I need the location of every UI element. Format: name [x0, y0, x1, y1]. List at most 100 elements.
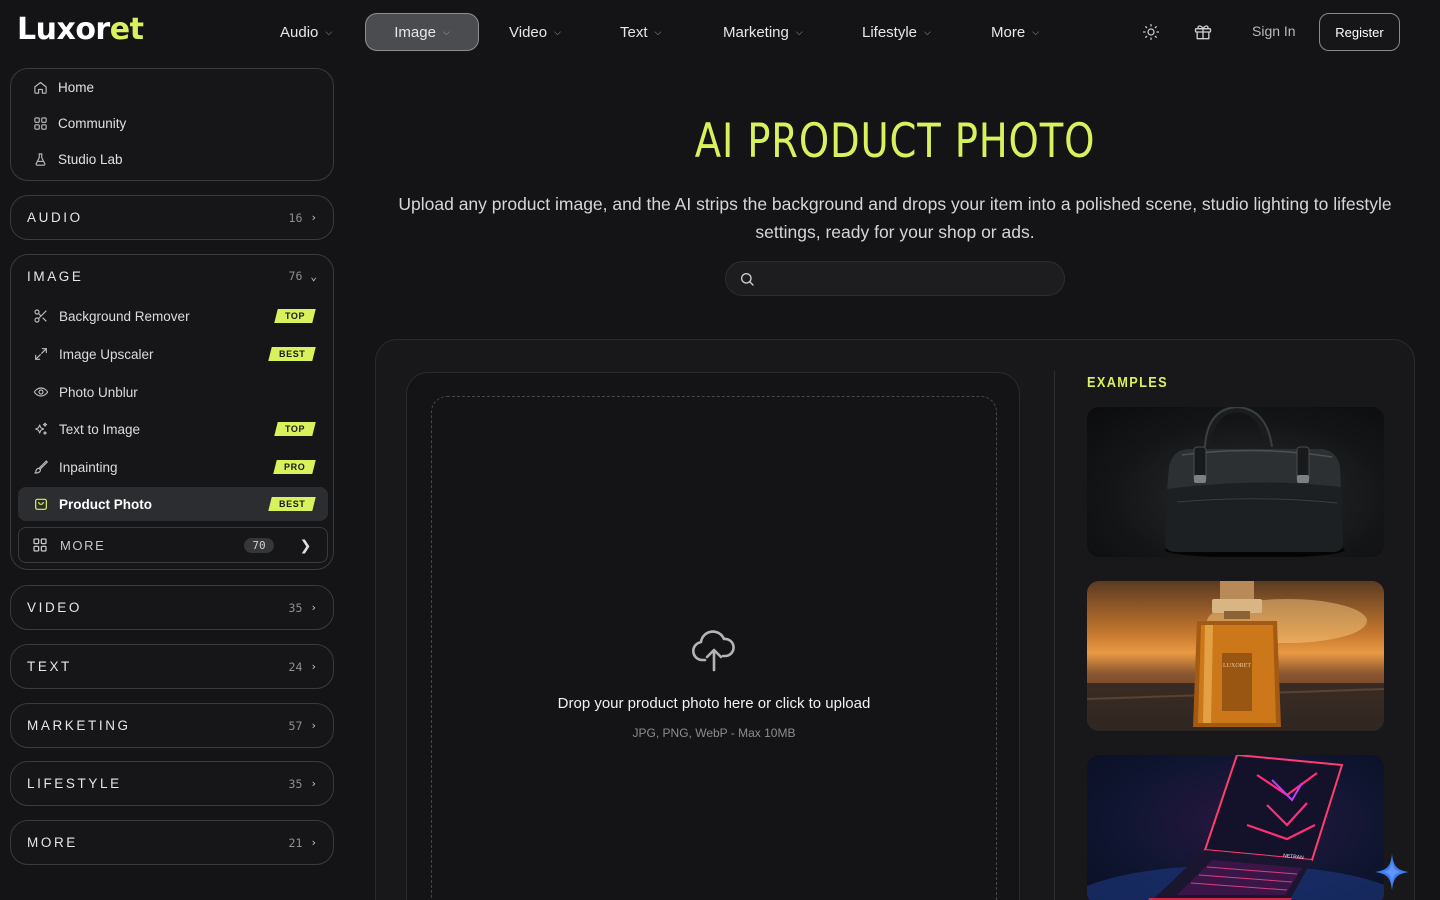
sidebar-item-home[interactable]: Home — [33, 80, 94, 95]
tool-label: Image Upscaler — [59, 346, 154, 362]
chevron-right-icon: › — [310, 660, 317, 673]
tool-label: Text to Image — [59, 421, 141, 437]
chevron-right-icon: › — [310, 601, 317, 614]
category-count: 21 — [288, 835, 303, 850]
tool-label: Background Remover — [59, 308, 190, 324]
nav-image[interactable]: Image ⌵ — [365, 13, 479, 51]
badge-top: TOP — [274, 309, 316, 323]
nav-marketing[interactable]: Marketing ⌵ — [723, 13, 803, 51]
category-audio[interactable]: AUDIO 16 › — [10, 195, 334, 240]
badge-text: TOP — [284, 311, 305, 321]
category-count: 76 — [288, 269, 303, 283]
search-icon — [741, 273, 754, 286]
badge-top: TOP — [274, 422, 316, 436]
chevron-right-icon: ❯ — [299, 536, 313, 553]
category-marketing[interactable]: MARKETING 57 › — [10, 703, 334, 748]
category-title: MARKETING — [27, 718, 131, 733]
tool-label: Inpainting — [59, 459, 118, 475]
category-image-header[interactable]: IMAGE 76 ⌄ — [27, 255, 317, 297]
category-title: LIFESTYLE — [27, 776, 122, 791]
grid-icon — [34, 117, 47, 130]
brand-name-accent: et — [109, 12, 144, 47]
scissors-icon — [34, 309, 47, 323]
badge-best: BEST — [267, 497, 316, 511]
category-more[interactable]: MORE 21 › — [10, 820, 334, 865]
category-count: 35 — [288, 776, 303, 791]
badge-best: BEST — [267, 347, 316, 361]
upload-prompt: Drop your product photo here or click to… — [557, 695, 871, 712]
category-count: 57 — [288, 718, 303, 733]
brand-logo[interactable]: Luxoret — [17, 12, 144, 47]
category-lifestyle[interactable]: LIFESTYLE 35 › — [10, 761, 334, 806]
tool-product-photo[interactable]: Product Photo BEST — [18, 487, 328, 521]
nav-more[interactable]: More ⌵ — [991, 13, 1039, 51]
ai-sparkle-icon[interactable] — [1374, 853, 1410, 891]
example-handbag-image[interactable] — [1087, 407, 1384, 557]
nav-lifestyle[interactable]: Lifestyle ⌵ — [862, 13, 931, 51]
sparkles-icon — [35, 422, 48, 435]
tool-background-remover[interactable]: Background Remover TOP — [18, 299, 328, 333]
chevron-right-icon: › — [310, 836, 317, 849]
examples-title: EXAMPLES — [1087, 374, 1169, 391]
page-subtitle: Upload any product image, and the AI str… — [398, 194, 1392, 242]
category-title: AUDIO — [27, 210, 83, 225]
sidebar-item-studio-lab[interactable]: Studio Lab — [33, 152, 123, 167]
tool-text-to-image[interactable]: Text to Image TOP — [18, 412, 328, 446]
sidebar-item-community[interactable]: Community — [33, 116, 126, 131]
theme-toggle-sun-icon[interactable] — [1139, 20, 1163, 44]
sidebar-primary-panel: Home Community Studio Lab — [10, 68, 334, 181]
top-navigation: Luxoret Audio ⌵ Image ⌵ Video ⌵ Text ⌵ Marke… — [0, 0, 1440, 64]
nav-video[interactable]: Video ⌵ — [509, 13, 561, 51]
search-bar[interactable] — [725, 261, 1065, 296]
upload-hint: JPG, PNG, WebP - Max 10MB — [632, 726, 796, 740]
more-tools-label: MORE — [60, 537, 106, 553]
more-image-tools-button[interactable]: MORE 70 ❯ — [18, 527, 328, 563]
chevron-right-icon: › — [310, 777, 317, 790]
category-title: VIDEO — [27, 600, 83, 615]
badge-text: TOP — [284, 424, 305, 434]
category-count: 35 — [288, 600, 303, 615]
nav-image-label: Image — [394, 23, 436, 41]
example-laptop-image[interactable]: NETRAN — [1087, 755, 1384, 900]
badge-text: BEST — [278, 349, 305, 359]
category-count: 16 — [288, 210, 303, 225]
cloud-upload-icon — [692, 630, 735, 672]
chevron-down-icon: ⌵ — [325, 26, 333, 37]
tool-image-upscaler[interactable]: Image Upscaler BEST — [18, 337, 328, 371]
home-icon — [34, 81, 47, 94]
category-title: MORE — [27, 835, 78, 850]
brush-icon — [34, 460, 48, 474]
tool-photo-unblur[interactable]: Photo Unblur — [18, 375, 328, 409]
chevron-down-icon: ⌵ — [554, 26, 561, 37]
register-button[interactable]: Register — [1319, 13, 1400, 51]
nav-text-label: Text — [620, 23, 648, 41]
badge-text: PRO — [283, 462, 305, 472]
brand-name-main: Luxor — [17, 12, 110, 47]
tool-label: Photo Unblur — [59, 384, 138, 400]
panel-divider — [1054, 371, 1055, 900]
chevron-down-icon: ⌵ — [1032, 26, 1040, 37]
search-input[interactable] — [766, 268, 1046, 290]
nav-audio-label: Audio — [280, 23, 319, 41]
chevron-down-icon: ⌵ — [654, 26, 662, 37]
category-video[interactable]: VIDEO 35 › — [10, 585, 334, 630]
category-count: 24 — [288, 659, 303, 674]
category-title: IMAGE — [27, 268, 84, 284]
nav-audio[interactable]: Audio ⌵ — [280, 13, 332, 51]
more-tools-count: 70 — [244, 537, 274, 553]
chevron-down-icon: ⌵ — [795, 26, 803, 37]
category-text[interactable]: TEXT 24 › — [10, 644, 334, 689]
chevron-down-icon: ⌵ — [442, 26, 450, 37]
tool-inpainting[interactable]: Inpainting PRO — [18, 450, 328, 484]
sidebar-item-label: Community — [58, 116, 127, 131]
tool-label: Product Photo — [59, 496, 152, 512]
gift-icon[interactable] — [1191, 20, 1215, 44]
example-perfume-image[interactable]: LUXORET — [1087, 581, 1384, 731]
badge-text: BEST — [278, 499, 305, 509]
eye-icon — [33, 387, 49, 397]
sign-in-link[interactable]: Sign In — [1252, 23, 1296, 39]
category-title: TEXT — [27, 659, 72, 674]
category-image: IMAGE 76 ⌄ Background Remover TOP Image Up… — [10, 254, 334, 570]
page-title: AI PRODUCT PHOTO — [694, 114, 1096, 169]
nav-text[interactable]: Text ⌵ — [620, 13, 661, 51]
